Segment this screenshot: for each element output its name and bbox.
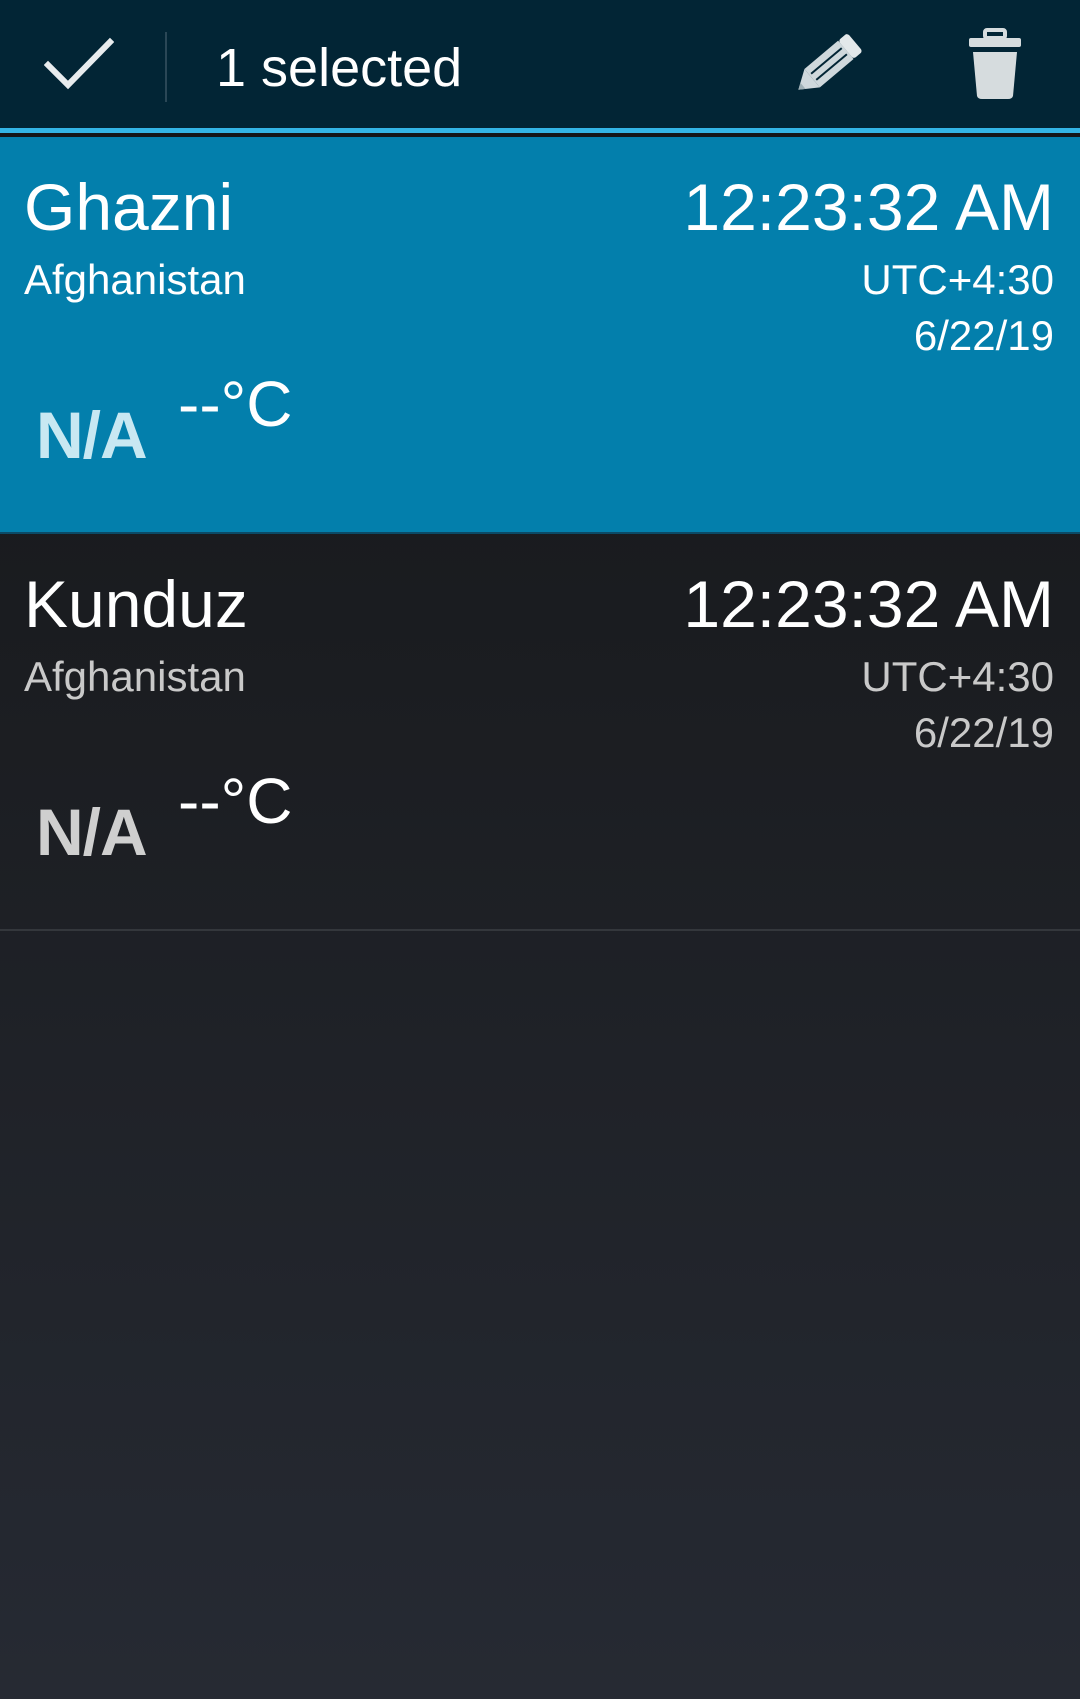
pencil-icon <box>787 24 871 109</box>
delete-button[interactable] <box>936 14 1054 118</box>
clock-list-item[interactable]: Kunduz Afghanistan 12:23:32 AM UTC+4:30 … <box>0 534 1080 931</box>
city-name: Kunduz <box>24 567 248 641</box>
local-date: 6/22/19 <box>913 709 1054 756</box>
temperature: --°C <box>178 765 293 837</box>
weather-icon: N/A <box>36 795 148 869</box>
selection-count-title: 1 selected <box>216 38 463 98</box>
contextual-action-bar: 1 selected <box>0 0 1080 133</box>
temperature: --°C <box>178 368 293 440</box>
local-time: 12:23:32 AM <box>683 567 1054 641</box>
clock-list-item[interactable]: Ghazni Afghanistan 12:23:32 AM UTC+4:30 … <box>0 137 1080 534</box>
city-name: Ghazni <box>24 170 234 244</box>
local-date: 6/22/19 <box>913 312 1054 359</box>
utc-offset: UTC+4:30 <box>861 653 1054 700</box>
edit-button[interactable] <box>770 14 888 118</box>
weather-icon: N/A <box>36 398 148 472</box>
action-bar-divider <box>165 32 167 102</box>
country-name: Afghanistan <box>24 256 246 303</box>
trash-icon <box>967 27 1023 105</box>
utc-offset: UTC+4:30 <box>861 256 1054 303</box>
done-button[interactable] <box>20 14 138 118</box>
local-time: 12:23:32 AM <box>683 170 1054 244</box>
country-name: Afghanistan <box>24 653 246 700</box>
check-icon <box>43 36 115 97</box>
